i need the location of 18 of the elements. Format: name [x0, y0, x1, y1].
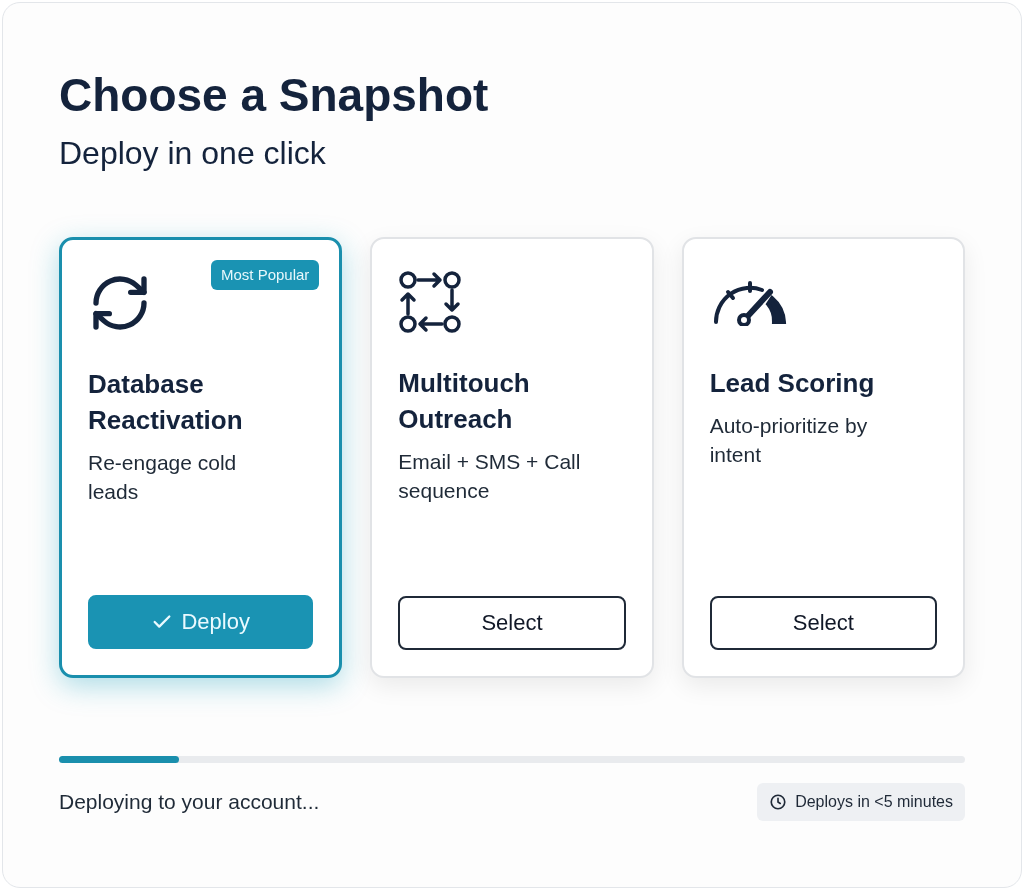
snapshot-card[interactable]: Multitouch Outreach Email + SMS + Call sequence Select: [370, 236, 654, 678]
workflow-icon: [398, 269, 463, 334]
select-button[interactable]: Select: [398, 595, 626, 650]
card-description: Email + SMS + Call sequence: [398, 448, 582, 504]
select-button[interactable]: Select: [709, 595, 937, 650]
clock-icon: [769, 792, 788, 811]
snapshot-card[interactable]: Most Popular Database Reactivation Re-engage cold leads Deploy: [59, 236, 343, 678]
card-description: Auto-prioritize by intent: [709, 412, 869, 468]
eta-text: Deploys in <5 minutes: [795, 791, 953, 812]
snapshot-card[interactable]: Lead Scoring Auto-prioritize by intent Select: [681, 236, 965, 678]
card-title: Lead Scoring: [709, 366, 876, 400]
status-text: Deploying to your account...: [59, 788, 320, 815]
popular-badge: Most Popular: [210, 259, 320, 290]
page-title: Choose a Snapshot: [59, 68, 490, 123]
card-title: Database Reactivation: [88, 367, 244, 437]
card-description: Re-engage cold leads: [88, 449, 238, 505]
page-subtitle: Deploy in one click: [59, 133, 327, 173]
card-title: Multitouch Outreach: [398, 366, 531, 436]
